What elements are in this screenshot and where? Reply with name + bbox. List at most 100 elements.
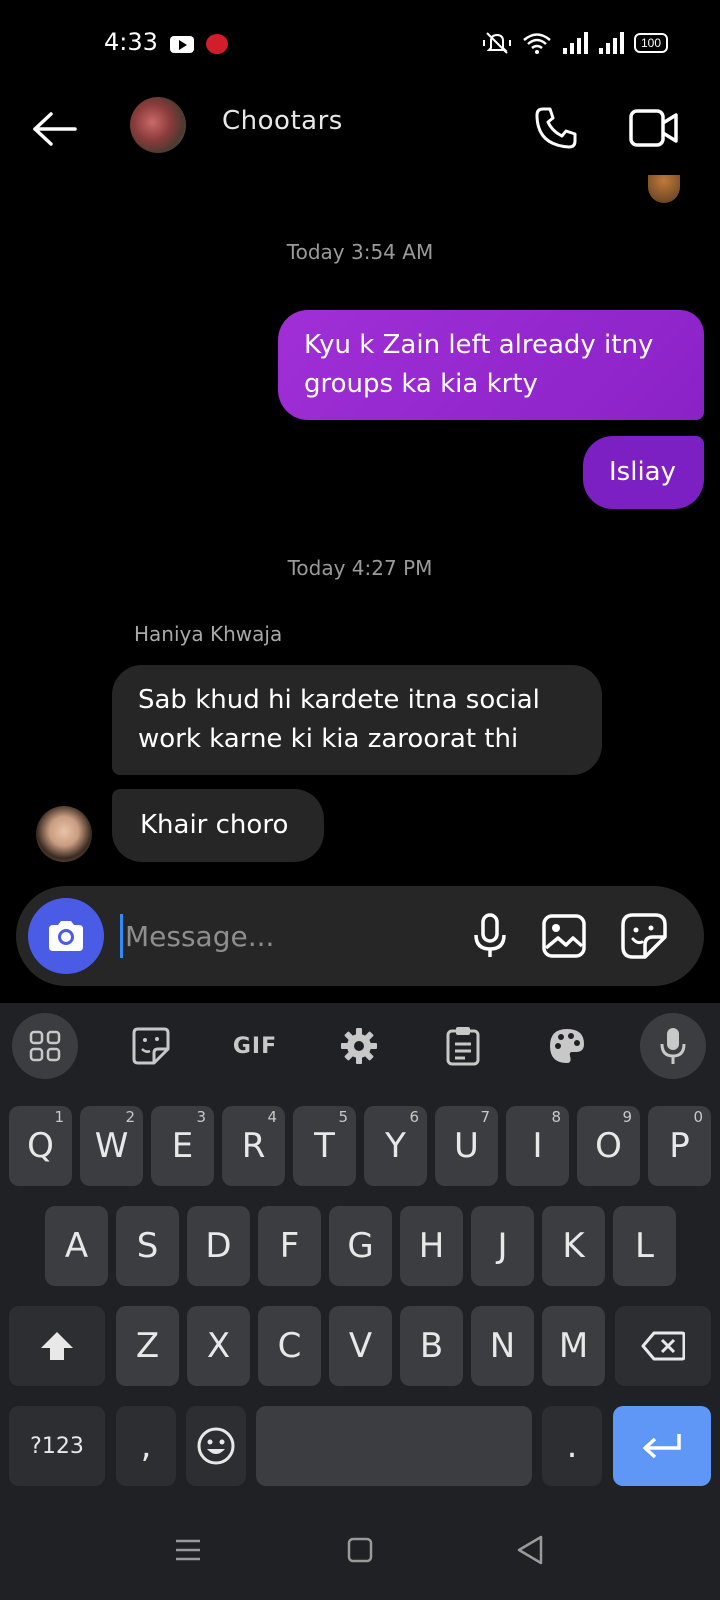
comma-key[interactable]: , <box>116 1406 176 1486</box>
gallery-icon <box>542 914 586 958</box>
apps-grid-icon <box>29 1030 61 1062</box>
keyboard-sticker-button[interactable] <box>118 1013 184 1079</box>
outgoing-message[interactable]: Isliay <box>583 436 704 509</box>
key-label: Q <box>27 1126 54 1166</box>
key-i[interactable]: I8 <box>506 1106 569 1186</box>
key-label: U <box>454 1126 479 1166</box>
message-input[interactable] <box>120 914 440 958</box>
group-avatar[interactable] <box>130 97 186 153</box>
backspace-key[interactable] <box>615 1306 711 1386</box>
key-label: O <box>595 1126 622 1166</box>
message-composer <box>16 886 704 986</box>
key-c[interactable]: C <box>258 1306 321 1386</box>
video-call-button[interactable] <box>624 100 684 156</box>
status-time: 4:33 <box>104 28 158 56</box>
key-h[interactable]: H <box>400 1206 463 1286</box>
key-b[interactable]: B <box>400 1306 463 1386</box>
theme-button[interactable] <box>534 1013 600 1079</box>
camera-button[interactable] <box>28 898 104 974</box>
back-arrow-icon <box>33 112 77 146</box>
sender-name: Haniya Khwaja <box>134 622 283 646</box>
keyboard-settings-button[interactable] <box>326 1013 392 1079</box>
navigation-bar <box>0 1500 720 1600</box>
key-label: E <box>171 1126 194 1166</box>
key-hint: 4 <box>267 1108 277 1126</box>
symbols-key[interactable]: ?123 <box>9 1406 105 1486</box>
key-f[interactable]: F <box>258 1206 321 1286</box>
apps-grid-button[interactable] <box>12 1013 78 1079</box>
back-icon <box>517 1535 543 1565</box>
gif-button[interactable]: GIF <box>222 1013 288 1079</box>
key-m[interactable]: M <box>542 1306 605 1386</box>
palette-icon <box>550 1029 584 1063</box>
key-label: Y <box>385 1126 406 1166</box>
voice-input-button[interactable] <box>640 1013 706 1079</box>
key-e[interactable]: E3 <box>151 1106 214 1186</box>
incoming-message[interactable]: Khair choro <box>112 789 324 862</box>
key-l[interactable]: L <box>613 1206 676 1286</box>
incoming-message[interactable]: Sab khud hi kardete itna social work kar… <box>112 665 602 775</box>
key-j[interactable]: J <box>471 1206 534 1286</box>
mute-icon <box>483 32 511 54</box>
signal-icon <box>563 32 588 54</box>
group-name[interactable]: Chootars <box>222 106 343 136</box>
key-g[interactable]: G <box>329 1206 392 1286</box>
video-camera-icon <box>629 109 678 147</box>
sticker-button[interactable] <box>618 910 670 962</box>
space-key[interactable] <box>256 1406 532 1486</box>
key-p[interactable]: P0 <box>648 1106 711 1186</box>
gallery-button[interactable] <box>538 910 590 962</box>
status-bar: 4:33 100 <box>0 0 720 90</box>
voice-message-button[interactable] <box>464 910 516 962</box>
battery-icon: 100 <box>634 33 668 53</box>
status-icons: 100 <box>482 30 668 56</box>
key-u[interactable]: U7 <box>435 1106 498 1186</box>
message-timestamp: Today 3:54 AM <box>286 240 434 264</box>
enter-key[interactable] <box>613 1406 711 1486</box>
key-t[interactable]: T5 <box>293 1106 356 1186</box>
emoji-icon <box>197 1427 235 1465</box>
key-x[interactable]: X <box>187 1306 250 1386</box>
clipboard-button[interactable] <box>430 1013 496 1079</box>
key-s[interactable]: S <box>116 1206 179 1286</box>
period-key[interactable]: . <box>542 1406 602 1486</box>
microphone-icon <box>474 913 506 957</box>
voice-call-button[interactable] <box>528 100 584 156</box>
outgoing-message[interactable]: Kyu k Zain left already itny groups ka k… <box>278 310 704 420</box>
key-hint: 5 <box>338 1108 348 1126</box>
enter-icon <box>643 1434 681 1459</box>
key-z[interactable]: Z <box>116 1306 179 1386</box>
gif-label: GIF <box>232 1033 278 1059</box>
key-q[interactable]: Q1 <box>9 1106 72 1186</box>
key-a[interactable]: A <box>45 1206 108 1286</box>
key-n[interactable]: N <box>471 1306 534 1386</box>
key-hint: 9 <box>622 1108 632 1126</box>
key-label: W <box>94 1126 129 1166</box>
key-label: T <box>314 1126 335 1166</box>
back-nav-button[interactable] <box>506 1526 554 1574</box>
emoji-key[interactable] <box>186 1406 246 1486</box>
back-button[interactable] <box>30 104 80 154</box>
settings-icon <box>341 1028 377 1064</box>
chat-header: Chootars <box>0 90 720 180</box>
message-timestamp: Today 4:27 PM <box>287 556 433 580</box>
key-label: R <box>241 1126 266 1166</box>
key-hint: 8 <box>551 1108 561 1126</box>
seen-by-avatar <box>648 175 680 203</box>
key-hint: 2 <box>125 1108 135 1126</box>
key-r[interactable]: R4 <box>222 1106 285 1186</box>
voice-input-icon <box>660 1028 686 1064</box>
key-o[interactable]: O9 <box>577 1106 640 1186</box>
key-y[interactable]: Y6 <box>364 1106 427 1186</box>
home-button[interactable] <box>336 1526 384 1574</box>
wifi-icon <box>523 33 551 54</box>
key-k[interactable]: K <box>542 1206 605 1286</box>
sticker-icon <box>621 913 667 959</box>
sender-avatar[interactable] <box>36 806 92 862</box>
key-v[interactable]: V <box>329 1306 392 1386</box>
key-w[interactable]: W2 <box>80 1106 143 1186</box>
recents-button[interactable] <box>164 1526 212 1574</box>
shift-key[interactable] <box>9 1306 105 1386</box>
key-label: P <box>669 1126 690 1166</box>
key-d[interactable]: D <box>187 1206 250 1286</box>
